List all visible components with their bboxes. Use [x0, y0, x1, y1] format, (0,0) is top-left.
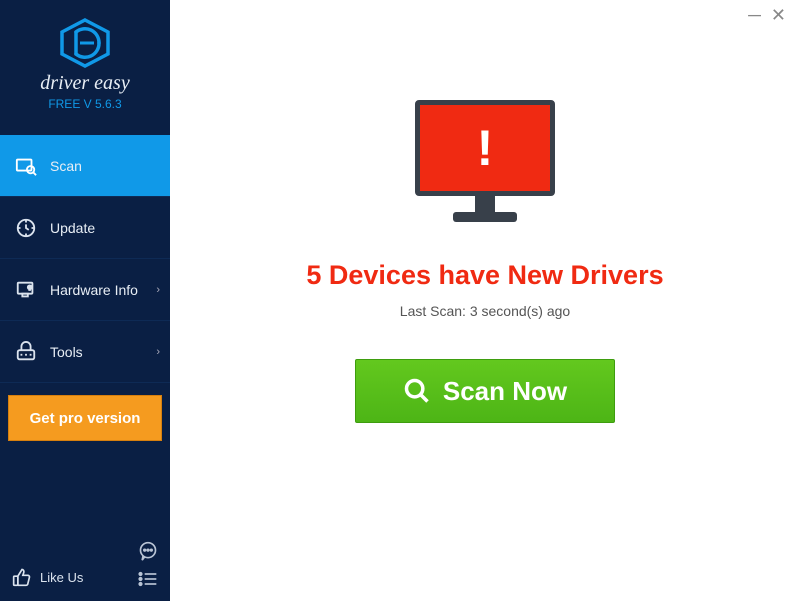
- last-scan-label: Last Scan: 3 second(s) ago: [400, 303, 570, 319]
- sidebar-item-hardware-info[interactable]: i Hardware Info ›: [0, 259, 170, 321]
- sidebar-item-tools[interactable]: Tools ›: [0, 321, 170, 383]
- chevron-right-icon: ›: [156, 346, 160, 358]
- svg-text:i: i: [29, 286, 30, 291]
- menu-icon[interactable]: [138, 571, 158, 587]
- nav: Scan Update i Hardware Inf: [0, 135, 170, 383]
- app-logo-icon: [56, 18, 114, 68]
- sidebar: driver easy FREE V 5.6.3 Scan U: [0, 0, 170, 601]
- sidebar-item-label: Tools: [50, 344, 83, 360]
- feedback-icon[interactable]: [138, 541, 158, 561]
- alert-monitor-graphic: !: [415, 100, 555, 230]
- get-pro-label: Get pro version: [30, 410, 141, 427]
- thumbs-up-icon: [12, 567, 32, 587]
- sidebar-item-scan[interactable]: Scan: [0, 135, 170, 197]
- like-us-button[interactable]: Like Us: [12, 567, 83, 587]
- scan-result-headline: 5 Devices have New Drivers: [306, 260, 663, 291]
- sidebar-item-label: Update: [50, 220, 95, 236]
- update-icon: [14, 216, 38, 240]
- scan-now-label: Scan Now: [443, 376, 567, 407]
- alert-exclamation-icon: !: [477, 119, 494, 177]
- sidebar-item-label: Hardware Info: [50, 282, 138, 298]
- scan-now-button[interactable]: Scan Now: [355, 359, 615, 423]
- like-us-label: Like Us: [40, 570, 83, 585]
- app-name: driver easy: [0, 72, 170, 95]
- chevron-right-icon: ›: [156, 284, 160, 296]
- search-icon: [403, 377, 431, 405]
- minimize-button[interactable]: ─: [748, 5, 761, 26]
- main-panel: ! 5 Devices have New Drivers Last Scan: …: [170, 0, 800, 601]
- get-pro-button[interactable]: Get pro version: [8, 395, 162, 441]
- sidebar-item-label: Scan: [50, 158, 82, 174]
- sidebar-item-update[interactable]: Update: [0, 197, 170, 259]
- close-button[interactable]: ✕: [771, 5, 786, 26]
- tools-icon: [14, 340, 38, 364]
- app-version: FREE V 5.6.3: [0, 97, 170, 111]
- logo-area: driver easy FREE V 5.6.3: [0, 0, 170, 119]
- scan-icon: [14, 154, 38, 178]
- hardware-info-icon: i: [14, 278, 38, 302]
